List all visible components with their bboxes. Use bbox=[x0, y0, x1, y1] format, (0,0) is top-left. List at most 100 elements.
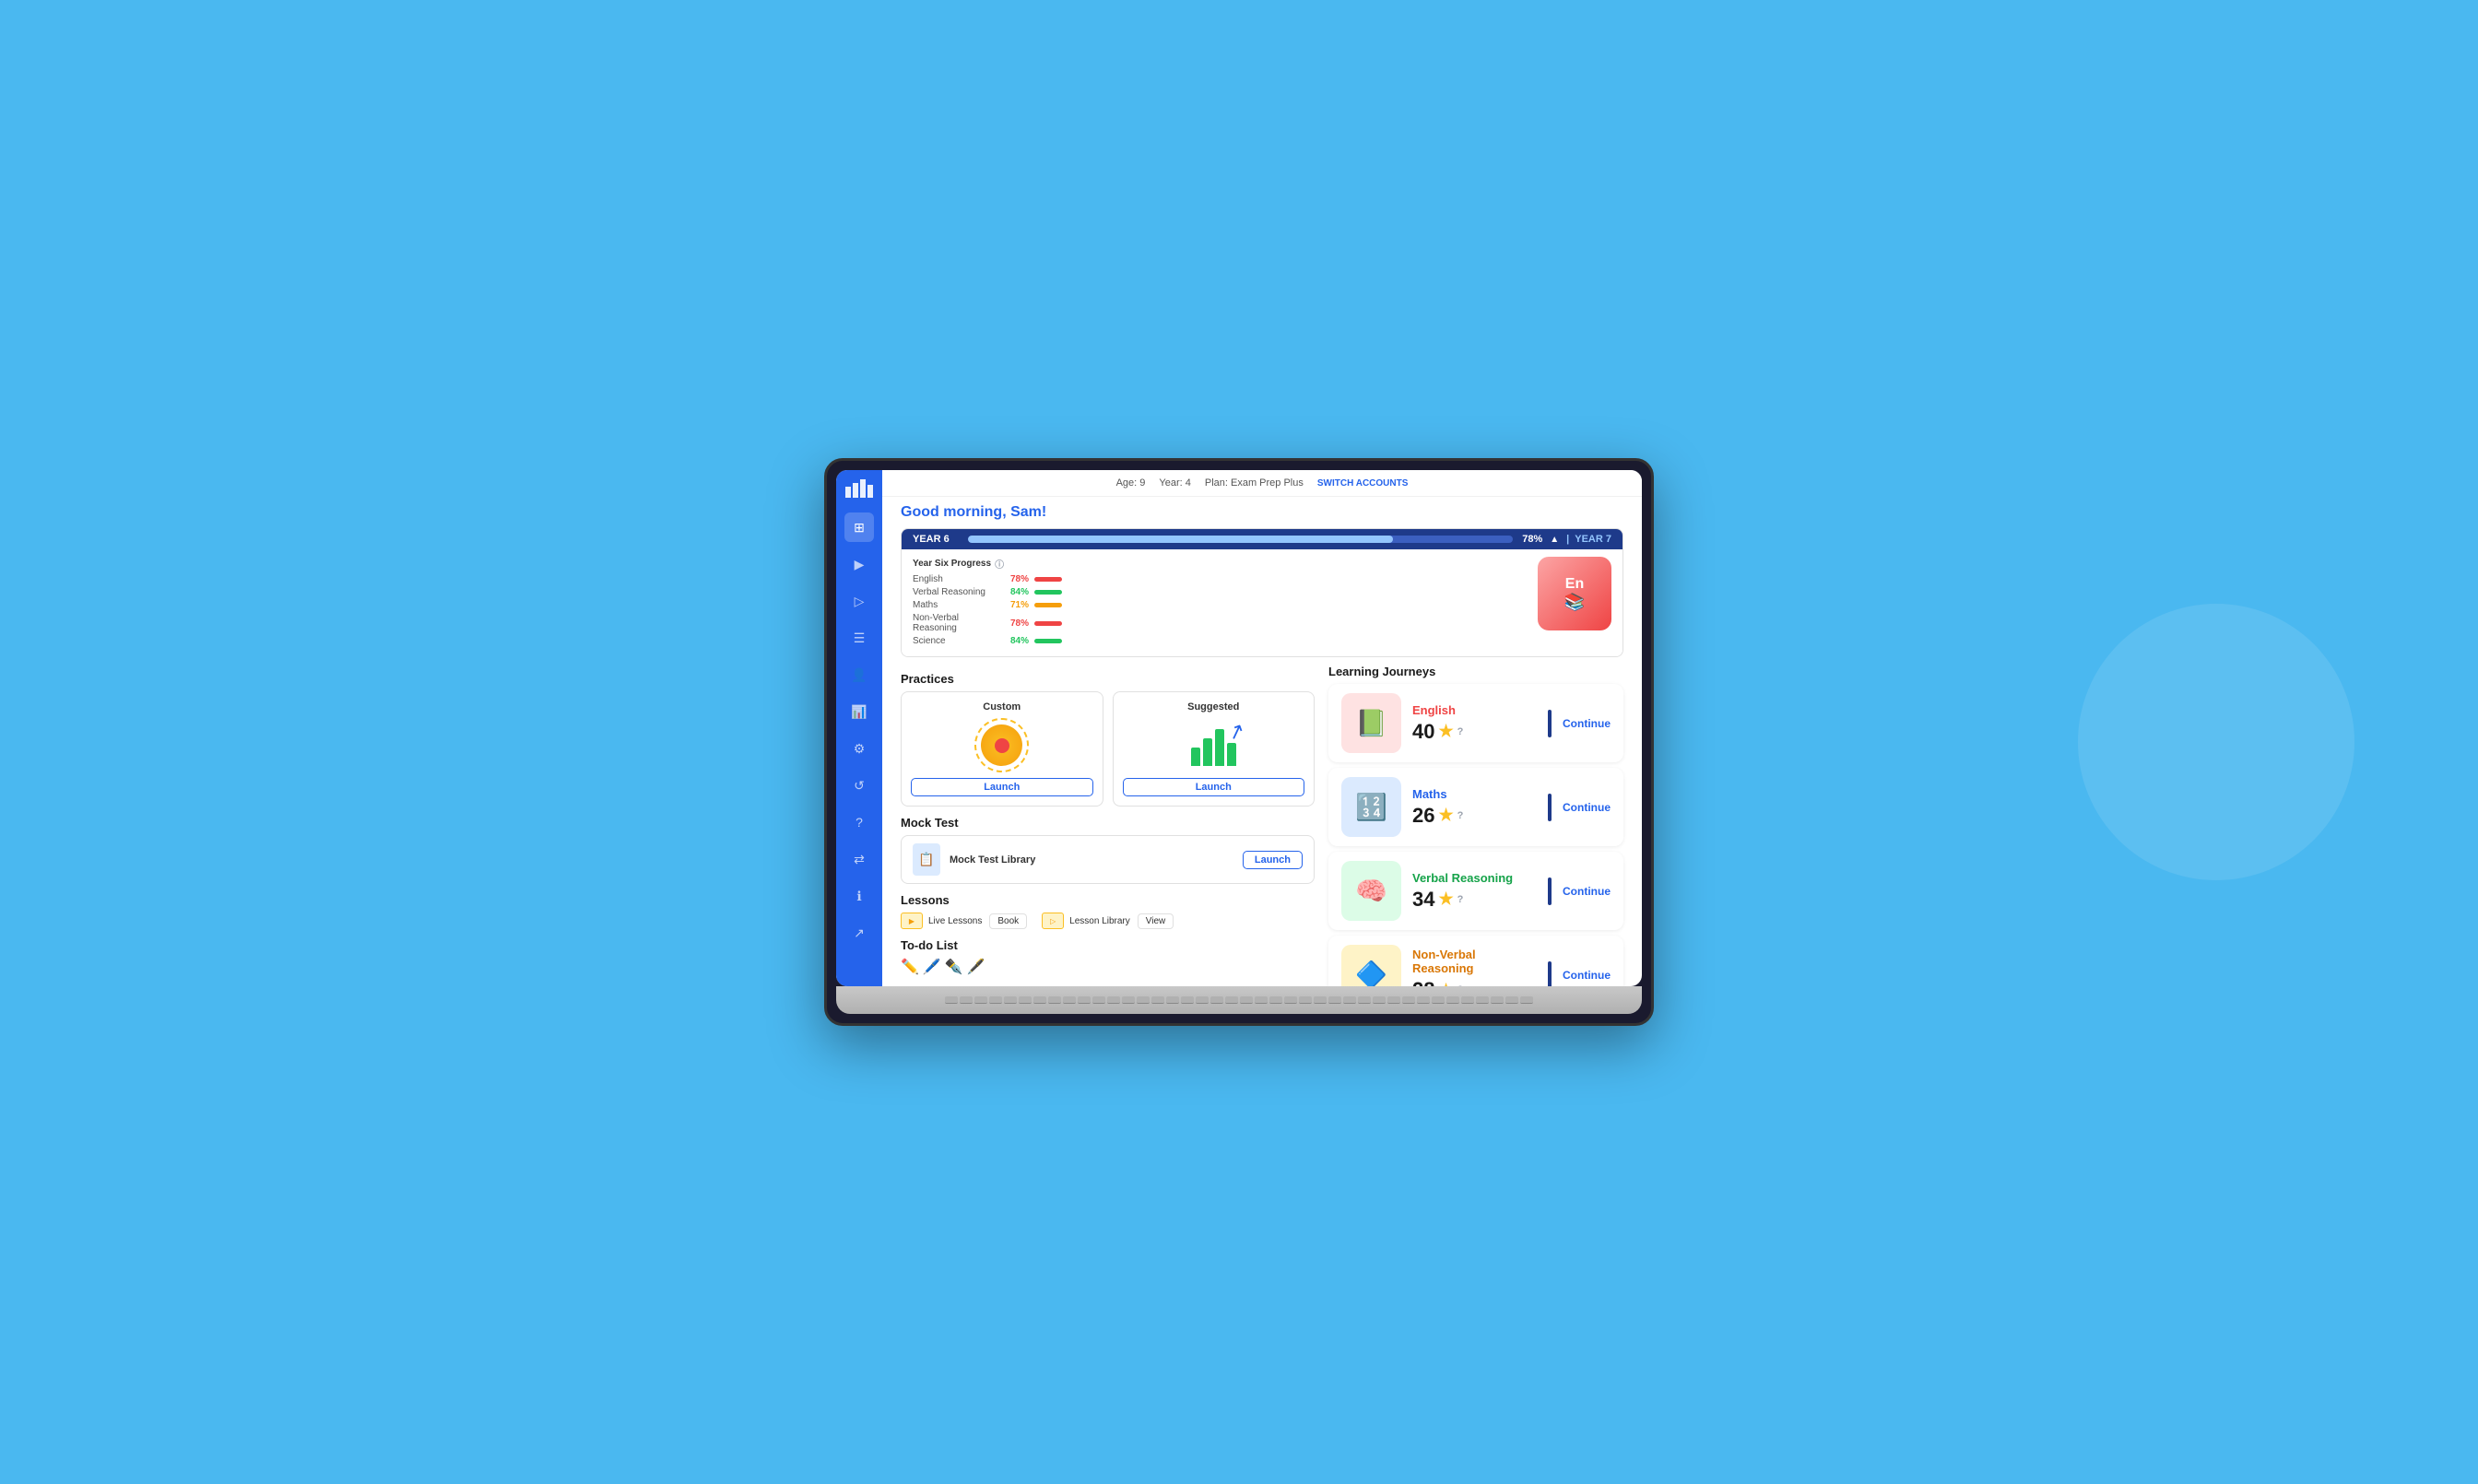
sidebar-item-docs[interactable]: ☰ bbox=[844, 623, 874, 653]
custom-practice-illustration bbox=[911, 720, 1093, 771]
nonverbal-journey-thumb: 🔷 bbox=[1341, 945, 1401, 986]
lessons-row: ▶ Live Lessons Book ▷ Lesson Library Vie… bbox=[901, 913, 1315, 929]
nonverbal-journey-score: 28 ★ ? bbox=[1412, 978, 1537, 986]
keyboard-keys bbox=[916, 996, 1561, 1004]
year-label: Year: 4 bbox=[1159, 477, 1190, 489]
switch-accounts-button[interactable]: SWITCH ACCOUNTS bbox=[1317, 478, 1409, 489]
sidebar-item-stats[interactable]: 📊 bbox=[844, 697, 874, 726]
maths-continue-button[interactable]: Continue bbox=[1563, 801, 1611, 814]
verbal-star-icon: ★ bbox=[1438, 889, 1453, 909]
verbal-continue-button[interactable]: Continue bbox=[1563, 885, 1611, 898]
maths-journey-score: 26 ★ ? bbox=[1412, 804, 1537, 828]
progress-bar-fill bbox=[968, 536, 1393, 543]
subject-pct-nonverbal: 78% bbox=[1010, 618, 1029, 629]
laptop-frame: ⊞ ▶ ▷ ☰ 👤 📊 ⚙ ↺ ? ⇄ ℹ ↗ Age: 9 Year: 4 bbox=[824, 458, 1654, 1026]
sidebar-item-refresh[interactable]: ↺ bbox=[844, 771, 874, 800]
english-accent-bar bbox=[1548, 710, 1552, 737]
subject-row-maths: Maths 71% bbox=[913, 600, 1519, 610]
english-continue-button[interactable]: Continue bbox=[1563, 717, 1611, 730]
chart-bar-2 bbox=[1203, 738, 1212, 766]
maths-journey-subject: Maths bbox=[1412, 787, 1537, 801]
greeting-prefix: Good morning, bbox=[901, 504, 1010, 520]
journey-card-english: 📗 English 40 ★ ? Cont bbox=[1328, 684, 1623, 762]
nonverbal-continue-button[interactable]: Continue bbox=[1563, 969, 1611, 982]
app-logo bbox=[845, 479, 873, 498]
verbal-help-icon[interactable]: ? bbox=[1457, 894, 1464, 905]
english-journey-thumb: 📗 bbox=[1341, 693, 1401, 753]
subject-pct-english: 78% bbox=[1010, 574, 1029, 584]
sidebar-item-help[interactable]: ? bbox=[844, 807, 874, 837]
subject-pct-science: 84% bbox=[1010, 636, 1029, 646]
maths-score-value: 26 bbox=[1412, 804, 1434, 828]
maths-journey-thumb: 🔢 bbox=[1341, 777, 1401, 837]
year-current-label: YEAR 6 bbox=[913, 534, 950, 545]
sidebar-item-users[interactable]: 👤 bbox=[844, 660, 874, 689]
english-help-icon[interactable]: ? bbox=[1457, 726, 1464, 737]
suggested-launch-button[interactable]: Launch bbox=[1123, 778, 1305, 796]
progress-section: YEAR 6 78% ▲ | YEAR 7 Year Six Pr bbox=[901, 528, 1623, 657]
mock-test-title: Mock Test bbox=[901, 816, 1315, 830]
suggested-practice-title: Suggested bbox=[1123, 701, 1305, 713]
maths-journey-info: Maths 26 ★ ? bbox=[1412, 787, 1537, 828]
pencil-blue-icon: ✒️ bbox=[945, 958, 963, 976]
english-score-value: 40 bbox=[1412, 720, 1434, 744]
progress-bar-track bbox=[968, 536, 1513, 543]
keyboard-area bbox=[836, 986, 1642, 1014]
subject-name-verbal: Verbal Reasoning bbox=[913, 587, 1005, 597]
subject-name-maths: Maths bbox=[913, 600, 1005, 610]
practices-row: Custom Launch bbox=[901, 691, 1315, 807]
custom-dot-graphic bbox=[995, 738, 1009, 753]
maths-star-icon: ★ bbox=[1438, 806, 1453, 825]
journey-card-maths: 🔢 Maths 26 ★ ? Contin bbox=[1328, 768, 1623, 846]
book-lessons-button[interactable]: Book bbox=[989, 913, 1027, 929]
lesson-library-icon: ▷ bbox=[1042, 913, 1064, 929]
age-label: Age: 9 bbox=[1116, 477, 1146, 489]
subject-list: Year Six Progress ⓘ English 78% Verbal R… bbox=[913, 557, 1519, 649]
lesson-library-label: Lesson Library bbox=[1069, 916, 1130, 926]
subject-name-english: English bbox=[913, 574, 1005, 584]
subject-pct-verbal: 84% bbox=[1010, 587, 1029, 597]
todo-title: To-do List bbox=[901, 938, 1315, 952]
mini-bar-verbal bbox=[1034, 590, 1062, 595]
maths-help-icon[interactable]: ? bbox=[1457, 810, 1464, 821]
mock-test-launch-button[interactable]: Launch bbox=[1243, 851, 1303, 869]
left-column: Practices Custom bbox=[901, 665, 1328, 977]
main-content: Age: 9 Year: 4 Plan: Exam Prep Plus SWIT… bbox=[882, 470, 1642, 986]
pencil-orange-icon: 🖊️ bbox=[923, 958, 941, 976]
plan-label: Plan: Exam Prep Plus bbox=[1205, 477, 1304, 489]
nonverbal-journey-subject: Non-Verbal Reasoning bbox=[1412, 948, 1537, 975]
journey-card-nonverbal: 🔷 Non-Verbal Reasoning 28 ★ ? bbox=[1328, 936, 1623, 986]
view-library-button[interactable]: View bbox=[1138, 913, 1174, 929]
subject-name-nonverbal: Non-Verbal Reasoning bbox=[913, 613, 1005, 633]
nonverbal-accent-bar bbox=[1548, 961, 1552, 987]
sidebar-item-export[interactable]: ↗ bbox=[844, 918, 874, 948]
sidebar-item-switch[interactable]: ⇄ bbox=[844, 844, 874, 874]
chart-bar-4 bbox=[1227, 743, 1236, 766]
sidebar-item-home[interactable]: ⊞ bbox=[844, 512, 874, 542]
english-journey-score: 40 ★ ? bbox=[1412, 720, 1537, 744]
live-lessons-label: Live Lessons bbox=[928, 916, 982, 926]
page-header: Age: 9 Year: 4 Plan: Exam Prep Plus SWIT… bbox=[882, 470, 1642, 497]
mini-bar-maths bbox=[1034, 603, 1062, 607]
sidebar-item-settings[interactable]: ⚙ bbox=[844, 734, 874, 763]
greeting-name: Sam! bbox=[1010, 504, 1046, 520]
custom-practice-title: Custom bbox=[911, 701, 1093, 713]
verbal-journey-score: 34 ★ ? bbox=[1412, 888, 1537, 912]
nonverbal-help-icon[interactable]: ? bbox=[1457, 984, 1464, 986]
mock-test-icon: 📋 bbox=[913, 843, 940, 876]
lessons-title: Lessons bbox=[901, 893, 1315, 907]
custom-launch-button[interactable]: Launch bbox=[911, 778, 1093, 796]
pipe-divider: | bbox=[1566, 534, 1569, 545]
mini-bar-english bbox=[1034, 577, 1062, 582]
sidebar-item-video[interactable]: ▶ bbox=[844, 549, 874, 579]
pencil-red-icon: 🖋️ bbox=[967, 958, 985, 976]
mock-test-row: 📋 Mock Test Library Launch bbox=[901, 835, 1315, 884]
verbal-score-value: 34 bbox=[1412, 888, 1434, 912]
verbal-journey-info: Verbal Reasoning 34 ★ ? bbox=[1412, 871, 1537, 912]
pencil-yellow-icon: ✏️ bbox=[901, 958, 919, 976]
year-six-progress-label: Year Six Progress bbox=[913, 559, 991, 569]
sidebar-item-info[interactable]: ℹ bbox=[844, 881, 874, 911]
lesson-library-item: ▷ Lesson Library bbox=[1042, 913, 1130, 929]
sidebar-item-play[interactable]: ▷ bbox=[844, 586, 874, 616]
sidebar: ⊞ ▶ ▷ ☰ 👤 📊 ⚙ ↺ ? ⇄ ℹ ↗ bbox=[836, 470, 882, 986]
